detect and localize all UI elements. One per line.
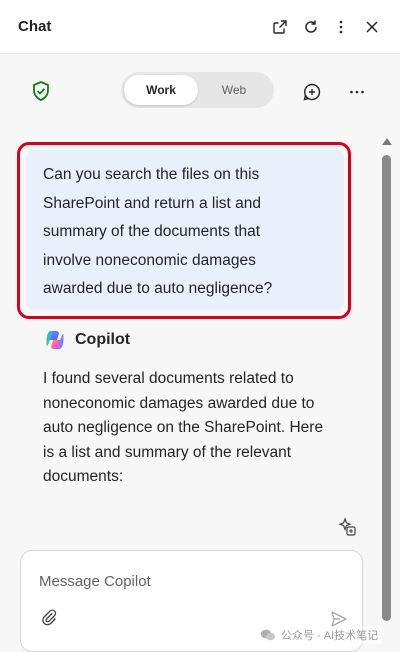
sparkle-icon xyxy=(338,517,356,536)
assistant-name: Copilot xyxy=(75,331,131,348)
scroll-up-arrow-icon[interactable] xyxy=(382,138,392,145)
mode-toggle: Work Web xyxy=(121,72,274,108)
shield-check-icon xyxy=(33,81,49,101)
watermark-text: 公众号 · AI技术笔记 xyxy=(281,630,379,642)
assistant-message-line: auto negligence on the SharePoint. Here xyxy=(43,419,324,436)
mode-work-tab[interactable]: Work xyxy=(124,75,198,105)
more-options-button[interactable] xyxy=(329,15,353,39)
wechat-logo-icon xyxy=(260,629,275,641)
scrollbar-thumb[interactable] xyxy=(382,155,391,621)
open-external-icon xyxy=(273,20,287,34)
watermark: 公众号 · AI技术笔记 xyxy=(256,626,383,644)
close-button[interactable] xyxy=(360,15,384,39)
panel-title: Chat xyxy=(18,18,52,35)
new-chat-icon xyxy=(303,83,321,101)
more-horizontal-icon xyxy=(350,90,364,94)
refresh-button[interactable] xyxy=(299,15,323,39)
highlight-annotation xyxy=(17,142,351,319)
assistant-message-line: I found several documents related to xyxy=(43,370,294,387)
assistant-message: I found several documents related to non… xyxy=(43,367,343,490)
close-icon xyxy=(366,21,378,33)
prompt-suggestions-button[interactable] xyxy=(336,516,358,538)
new-chat-button[interactable] xyxy=(300,80,324,104)
mode-web-tab[interactable]: Web xyxy=(197,75,271,105)
more-vertical-icon xyxy=(339,20,343,34)
copilot-logo-icon xyxy=(46,331,64,349)
assistant-header: Copilot xyxy=(43,328,130,352)
toolbar-more-button[interactable] xyxy=(345,80,369,104)
paperclip-icon xyxy=(42,609,57,626)
assistant-message-line: documents: xyxy=(43,468,124,485)
refresh-icon xyxy=(305,20,317,33)
assistant-message-line: noneconomic damages awarded due to xyxy=(43,394,315,412)
attach-button[interactable] xyxy=(39,606,59,628)
protection-status[interactable] xyxy=(30,80,52,102)
assistant-message-line: is a list and summary of the relevant xyxy=(43,443,292,461)
open-external-button[interactable] xyxy=(268,15,292,39)
message-input[interactable]: Message Copilot xyxy=(39,573,151,590)
